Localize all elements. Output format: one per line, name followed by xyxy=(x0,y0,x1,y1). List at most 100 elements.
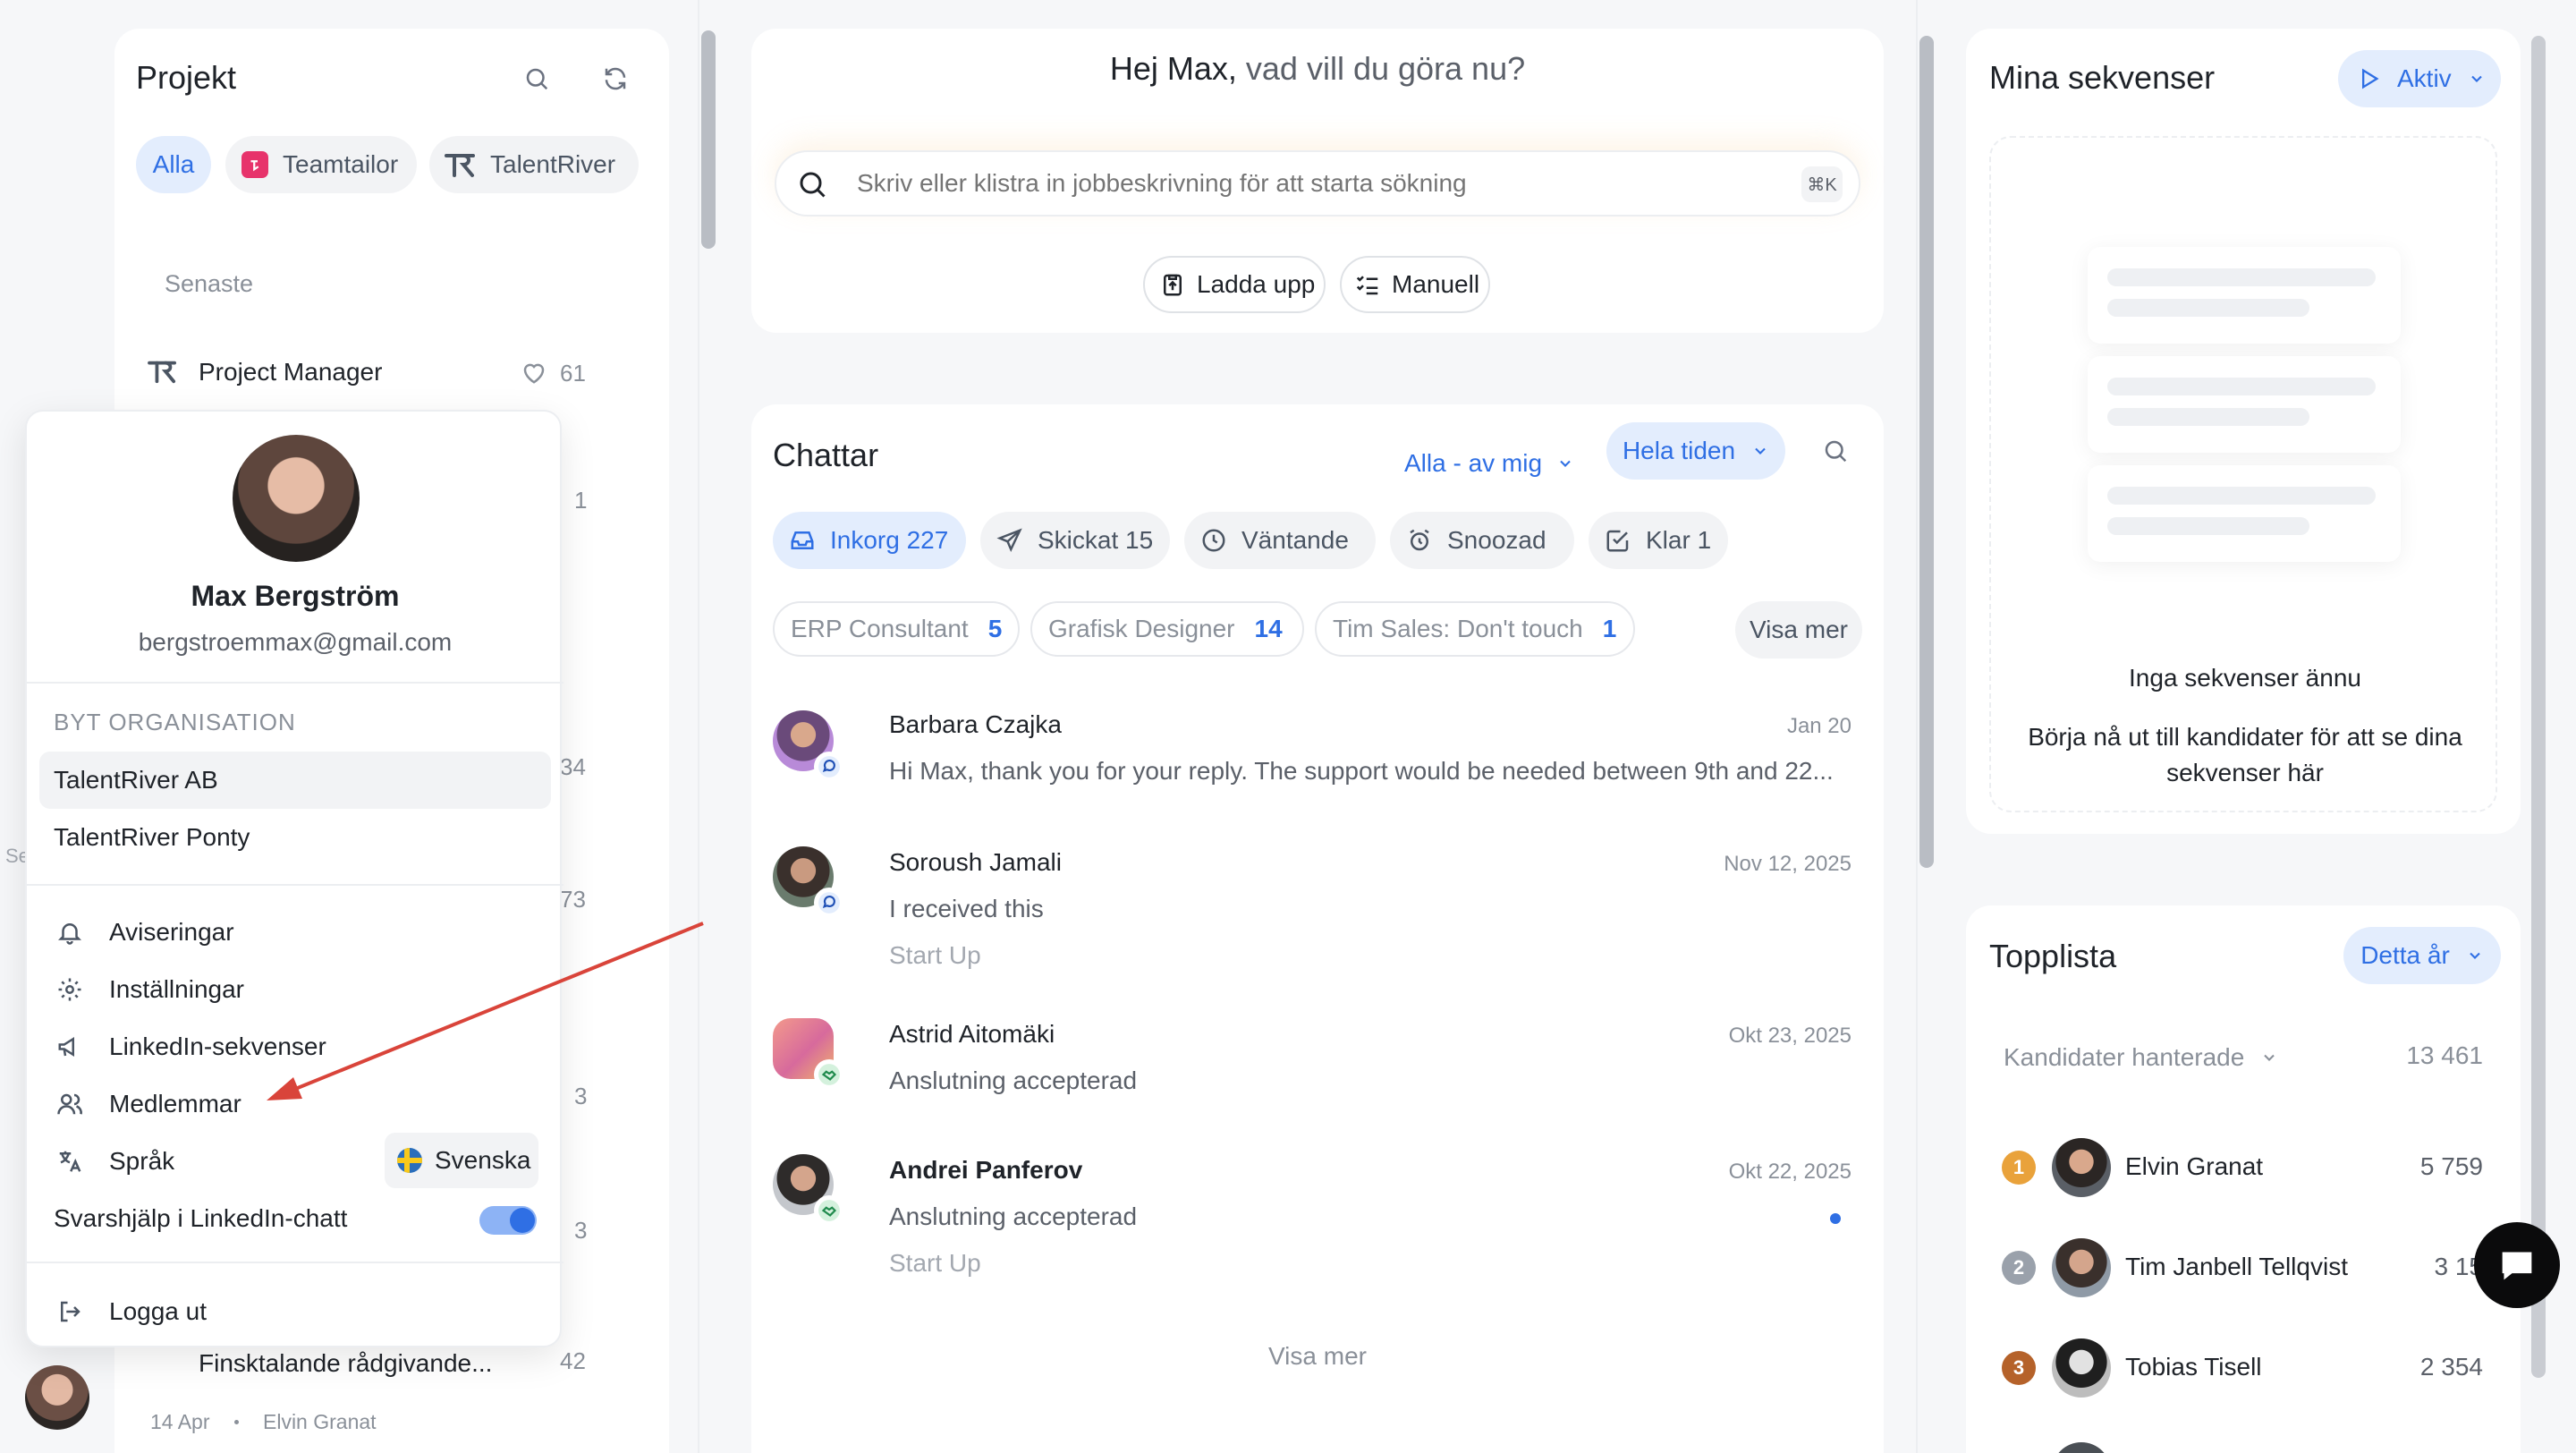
project-chip-erp-consultant[interactable]: ERP Consultant 5 xyxy=(773,601,1020,657)
chat-item-astrid[interactable]: Astrid Aitomäki Okt 23, 2025 Anslutning … xyxy=(751,1009,1884,1134)
sequence-status-dropdown[interactable]: Aktiv xyxy=(2338,50,2501,107)
chat-preview: Hi Max, thank you for your reply. The su… xyxy=(889,757,1834,785)
filter-chip-alla[interactable]: Alla xyxy=(136,136,211,193)
menu-item-settings[interactable]: Inställningar xyxy=(27,963,564,1016)
rank-badge: 2 xyxy=(2002,1251,2036,1285)
chats-search-icon[interactable] xyxy=(1816,431,1855,471)
project-likes: 61 xyxy=(560,360,586,387)
sequences-title: Mina sekvenser xyxy=(1989,59,2216,96)
projects-title: Projekt xyxy=(136,59,237,96)
menu-item-label: Inställningar xyxy=(109,975,244,1003)
project-chip-label: Tim Sales: Don't touch xyxy=(1333,615,1583,642)
manual-button[interactable]: Manuell xyxy=(1340,256,1490,313)
chat-name: Soroush Jamali xyxy=(889,848,1062,876)
filter-chip-label: Teamtailor xyxy=(283,150,399,178)
reply-help-toggle[interactable] xyxy=(479,1206,537,1235)
menu-item-logout[interactable]: Logga ut xyxy=(27,1285,564,1338)
heart-icon[interactable] xyxy=(521,360,547,385)
column-divider-right xyxy=(1916,0,1918,1453)
rank-badge: 1 xyxy=(2002,1151,2036,1185)
show-more-projects-button[interactable]: Visa mer xyxy=(1735,601,1862,659)
project-chip-label: Grafisk Designer xyxy=(1048,615,1235,642)
toggle-knob xyxy=(510,1208,535,1233)
org-option-talentriver-ponty[interactable]: TalentRiver Ponty xyxy=(39,809,551,866)
leaderboard-period-label: Detta år xyxy=(2360,941,2450,969)
project-last-name: Finsktalande rådgivande... xyxy=(199,1349,493,1377)
project-last-owner: Elvin Granat xyxy=(263,1410,377,1433)
org-option-talentriver-ab[interactable]: TalentRiver AB xyxy=(39,752,551,809)
filter-chip-talentriver[interactable]: TalentRiver xyxy=(429,136,639,193)
tab-vantande[interactable]: Väntande xyxy=(1184,512,1376,569)
alarm-icon xyxy=(1406,527,1433,554)
chats-card: Chattar Alla - av mig Hela tiden Inkorg … xyxy=(751,404,1884,1453)
tab-klar[interactable]: Klar 1 xyxy=(1589,512,1728,569)
chat-preview: Anslutning accepterad xyxy=(889,1202,1138,1230)
right-panel-scrollbar[interactable] xyxy=(2531,36,2546,1378)
menu-item-linkedin-sequences[interactable]: LinkedIn-sekvenser xyxy=(27,1020,564,1074)
show-more-chats-button[interactable]: Visa mer xyxy=(751,1342,1884,1371)
meta-dot xyxy=(234,1420,239,1424)
upload-button[interactable]: Ladda upp xyxy=(1143,256,1326,313)
tab-inkorg[interactable]: Inkorg 227 xyxy=(773,512,966,569)
menu-item-notifications[interactable]: Aviseringar xyxy=(27,905,564,959)
profile-menu: Max Bergström bergstroemmax@gmail.com BY… xyxy=(25,410,564,1347)
leaderboard-card: Topplista Detta år Kandidater hanterade … xyxy=(1966,905,2521,1453)
filter-chip-teamtailor[interactable]: Teamtailor xyxy=(225,136,417,193)
menu-item-members[interactable]: Medlemmar xyxy=(27,1077,564,1131)
tab-label: Snoozad xyxy=(1447,526,1546,554)
users-icon xyxy=(50,1091,89,1117)
owner-filter-dropdown[interactable]: Alla - av mig xyxy=(1404,435,1574,492)
projects-search-icon[interactable] xyxy=(517,59,556,98)
chat-bubble-icon xyxy=(2497,1247,2537,1283)
metric-dropdown[interactable]: Kandidater hanterade xyxy=(2004,1040,2278,1075)
chevron-down-icon xyxy=(2466,947,2484,964)
project-chip-tim-sales[interactable]: Tim Sales: Don't touch 1 xyxy=(1315,601,1635,657)
user-avatar[interactable] xyxy=(25,1365,89,1430)
chat-date: Nov 12, 2025 xyxy=(1724,852,1852,876)
tab-snoozad[interactable]: Snoozad xyxy=(1390,512,1574,569)
chat-project: Start Up xyxy=(889,1249,981,1277)
chat-item-andrei[interactable]: Andrei Panferov Okt 22, 2025 Anslutning … xyxy=(751,1145,1884,1306)
refresh-icon[interactable] xyxy=(596,59,635,98)
project-count-3: 34 xyxy=(560,753,586,780)
chat-item-barbara[interactable]: Barbara Czajka Jan 20 Hi Max, thank you … xyxy=(751,700,1884,825)
leaderboard-row[interactable]: 2 Tim Janbell Tellqvist 3 15 xyxy=(1966,1233,2521,1304)
tab-label: Inkorg 227 xyxy=(830,526,949,554)
time-filter-dropdown[interactable]: Hela tiden xyxy=(1606,422,1785,480)
chat-item-soroush[interactable]: Soroush Jamali Nov 12, 2025 I received t… xyxy=(751,837,1884,998)
tab-skickat[interactable]: Skickat 15 xyxy=(980,512,1170,569)
divider xyxy=(27,682,564,684)
search-icon xyxy=(796,168,828,200)
project-count-7: 42 xyxy=(560,1347,586,1374)
sequences-empty-state: Inga sekvenser ännu Börja nå ut till kan… xyxy=(1989,136,2497,812)
divider xyxy=(27,884,564,886)
project-count-5: 3 xyxy=(574,1083,588,1109)
chat-badge-icon xyxy=(814,752,844,782)
chats-title: Chattar xyxy=(773,437,879,473)
flag-cross-horizontal xyxy=(397,1158,422,1163)
search-bar[interactable]: ⌘K xyxy=(775,150,1860,217)
leaderboard-row[interactable]: 1 Elvin Granat 5 759 xyxy=(1966,1133,2521,1204)
search-input[interactable] xyxy=(857,161,1716,206)
profile-email: bergstroemmax@gmail.com xyxy=(138,628,453,656)
talentriver-logo-icon xyxy=(444,150,478,179)
gear-icon xyxy=(50,976,89,1003)
chevron-down-icon xyxy=(2468,70,2486,88)
project-row-project-manager[interactable]: Project Manager 61 xyxy=(147,347,648,401)
chat-date: Okt 23, 2025 xyxy=(1728,1024,1852,1048)
leaderboard-name: Tobias Tisell xyxy=(2125,1353,2262,1381)
left-panel-scrollbar[interactable] xyxy=(701,30,716,249)
language-selector[interactable]: Svenska xyxy=(385,1133,538,1188)
project-chip-count: 5 xyxy=(987,615,1003,642)
leaderboard-row[interactable]: 3 Tobias Tisell 2 354 xyxy=(1966,1333,2521,1405)
leaderboard-period-dropdown[interactable]: Detta år xyxy=(2343,927,2501,984)
middle-panel-scrollbar[interactable] xyxy=(1919,36,1934,868)
leaderboard-name: Elvin Granat xyxy=(2125,1152,2264,1180)
support-chat-launcher[interactable] xyxy=(2474,1222,2560,1308)
inbox-icon xyxy=(789,527,816,554)
project-chip-label: ERP Consultant xyxy=(791,615,969,642)
filter-chip-label: Alla xyxy=(152,150,195,178)
project-chip-grafisk-designer[interactable]: Grafisk Designer 14 xyxy=(1030,601,1304,657)
greeting: Hej Max, vad vill du göra nu? xyxy=(751,50,1884,88)
menu-item-label: Medlemmar xyxy=(109,1090,242,1117)
